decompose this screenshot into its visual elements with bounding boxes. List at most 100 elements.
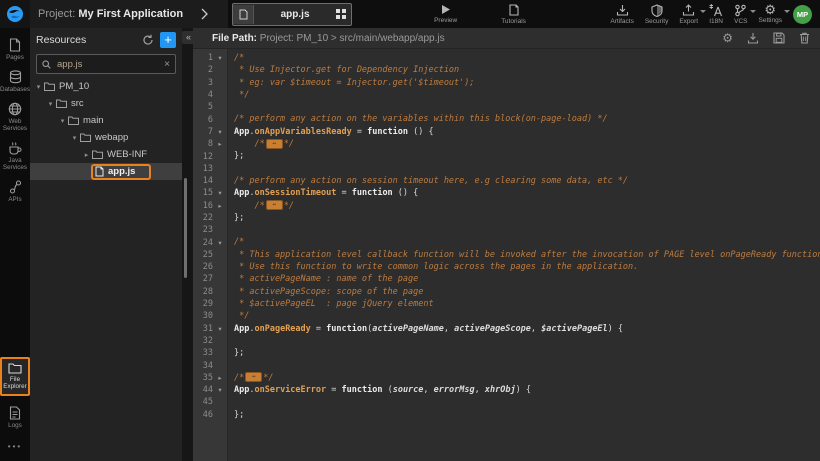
- tutorials-label: Tutorials: [501, 18, 526, 25]
- code-text[interactable]: /*↔*/: [227, 372, 820, 384]
- fold-closed-icon[interactable]: ▸: [213, 374, 227, 382]
- code-text[interactable]: */: [227, 89, 820, 101]
- caret-down-icon[interactable]: ▾: [58, 117, 67, 125]
- code-text[interactable]: };: [227, 212, 820, 224]
- fold-open-icon[interactable]: ▾: [213, 386, 227, 394]
- code-text[interactable]: /*: [227, 52, 820, 64]
- code-line: 22};: [193, 212, 820, 224]
- search-input[interactable]: [55, 58, 160, 71]
- code-line: 1▾/*: [193, 52, 820, 64]
- code-text[interactable]: * $activePageEL : page jQuery element: [227, 298, 820, 310]
- code-text[interactable]: * Use Injector.get for Dependency Inject…: [227, 64, 820, 76]
- save-file-icon[interactable]: [773, 32, 785, 44]
- fold-open-icon[interactable]: ▾: [213, 128, 227, 136]
- editor-header: File Path: Project: PM_10 > src/main/web…: [193, 28, 820, 49]
- clear-search-icon[interactable]: ×: [164, 59, 170, 70]
- refresh-icon[interactable]: [142, 34, 154, 46]
- code-text[interactable]: /*↔*/: [227, 200, 820, 212]
- code-line: 16▸ /*↔*/: [193, 200, 820, 212]
- code-text[interactable]: * Use this function to write common logi…: [227, 261, 820, 273]
- add-resource-button[interactable]: +: [160, 32, 176, 48]
- folded-code-badge-icon[interactable]: ↔: [245, 372, 262, 382]
- sidebar-item-databases[interactable]: Databases: [0, 66, 30, 98]
- tree-item-label: PM_10: [59, 81, 89, 92]
- fold-open-icon[interactable]: ▾: [213, 54, 227, 62]
- code-line: 27 * activePageName : name of the page: [193, 273, 820, 285]
- delete-file-icon[interactable]: [799, 32, 810, 44]
- preview-button[interactable]: Preview: [434, 4, 457, 24]
- fold-closed-icon[interactable]: ▸: [213, 202, 227, 210]
- code-text[interactable]: App.onPageReady = function(activePageNam…: [227, 323, 820, 335]
- code-text[interactable]: App.onAppVariablesReady = function () {: [227, 126, 820, 138]
- code-text[interactable]: };: [227, 150, 820, 162]
- more-options-icon[interactable]: •••: [8, 434, 22, 461]
- code-text[interactable]: * activePageName : name of the page: [227, 273, 820, 285]
- resource-search[interactable]: ×: [36, 54, 176, 74]
- code-text[interactable]: App.onSessionTimeout = function () {: [227, 187, 820, 199]
- code-text[interactable]: /* perform any action on session timeout…: [227, 175, 820, 187]
- line-number: 14: [193, 176, 213, 186]
- code-text[interactable]: };: [227, 409, 820, 421]
- code-text[interactable]: App.onServiceError = function (source, e…: [227, 384, 820, 396]
- tree-item-webapp[interactable]: ▾webapp: [30, 129, 182, 146]
- code-text[interactable]: * This application level callback functi…: [227, 249, 820, 261]
- fold-closed-icon[interactable]: ▸: [213, 140, 227, 148]
- tree-item-src[interactable]: ▾src: [30, 95, 182, 112]
- code-text[interactable]: /*↔*/: [227, 138, 820, 150]
- editor-settings-icon[interactable]: ⚙: [722, 32, 733, 44]
- download-file-icon[interactable]: [747, 32, 759, 44]
- folded-code-badge-icon[interactable]: ↔: [266, 139, 283, 149]
- code-line: 3 * eg: var $timeout = Injector.get('$ti…: [193, 77, 820, 89]
- panel-divider: «: [182, 28, 193, 461]
- resources-scrollbar[interactable]: [184, 178, 187, 278]
- export-button[interactable]: Export: [679, 4, 698, 25]
- editor-actions: ⚙: [722, 32, 810, 44]
- settings-button[interactable]: ⚙ Settings: [759, 4, 783, 24]
- code-area[interactable]: 1▾/*2 * Use Injector.get for Dependency …: [193, 49, 820, 461]
- security-button[interactable]: Security: [645, 4, 668, 25]
- tutorials-button[interactable]: Tutorials: [501, 4, 526, 25]
- fold-open-icon[interactable]: ▾: [213, 239, 227, 247]
- open-file-tab[interactable]: app.js: [232, 3, 352, 26]
- sidebar-item-java-services[interactable]: Java Services: [0, 137, 30, 176]
- caret-down-icon[interactable]: ▾: [46, 100, 55, 108]
- code-text[interactable]: /* perform any action on the variables w…: [227, 113, 820, 125]
- top-bar: Project: My First Application app.js Pre…: [0, 0, 820, 28]
- sidebar-item-pages[interactable]: Pages: [0, 34, 30, 66]
- caret-down-icon[interactable]: ▾: [34, 83, 43, 91]
- fold-open-icon[interactable]: ▾: [213, 325, 227, 333]
- code-text[interactable]: */: [227, 310, 820, 322]
- caret-right-icon[interactable]: ▸: [82, 151, 91, 159]
- folder-icon: [56, 99, 67, 108]
- code-text[interactable]: /*: [227, 236, 820, 248]
- folded-code-badge-icon[interactable]: ↔: [266, 200, 283, 210]
- i18n-button[interactable]: I18N: [709, 4, 723, 25]
- folder-icon: [92, 150, 103, 159]
- sidebar-item-web-services[interactable]: Web Services: [0, 98, 30, 137]
- app-logo-icon[interactable]: [0, 0, 30, 28]
- tree-item-pm-10[interactable]: ▾ PM_10: [30, 78, 182, 95]
- sidebar-item-file-explorer[interactable]: File Explorer: [0, 357, 30, 396]
- grid-menu-icon[interactable]: [336, 9, 346, 19]
- code-text[interactable]: * activePageScope: scope of the page: [227, 286, 820, 298]
- file-path-value: Project: PM_10 > src/main/webapp/app.js: [257, 33, 445, 44]
- sidebar-item-apis[interactable]: APIs: [0, 176, 30, 208]
- user-avatar[interactable]: MP: [793, 5, 812, 24]
- tree-item-main[interactable]: ▾main: [30, 112, 182, 129]
- code-line: 32: [193, 335, 820, 347]
- code-text[interactable]: };: [227, 347, 820, 359]
- code-text[interactable]: * eg: var $timeout = Injector.get('$time…: [227, 77, 820, 89]
- folder-icon: [68, 116, 79, 125]
- api-connector-icon: [9, 180, 22, 194]
- artifacts-button[interactable]: Artifacts: [610, 4, 633, 25]
- code-line: 35▸/*↔*/: [193, 372, 820, 384]
- caret-down-icon[interactable]: ▾: [70, 134, 79, 142]
- code-line: 13: [193, 163, 820, 175]
- tree-item-app-js[interactable]: app.js: [30, 163, 182, 180]
- tree-item-web-inf[interactable]: ▸WEB-INF: [30, 146, 182, 163]
- sidebar-item-logs[interactable]: Logs: [0, 402, 30, 434]
- fold-open-icon[interactable]: ▾: [213, 189, 227, 197]
- code-line: 23: [193, 224, 820, 236]
- project-name[interactable]: My First Application: [78, 8, 183, 20]
- vcs-button[interactable]: VCS: [734, 4, 747, 25]
